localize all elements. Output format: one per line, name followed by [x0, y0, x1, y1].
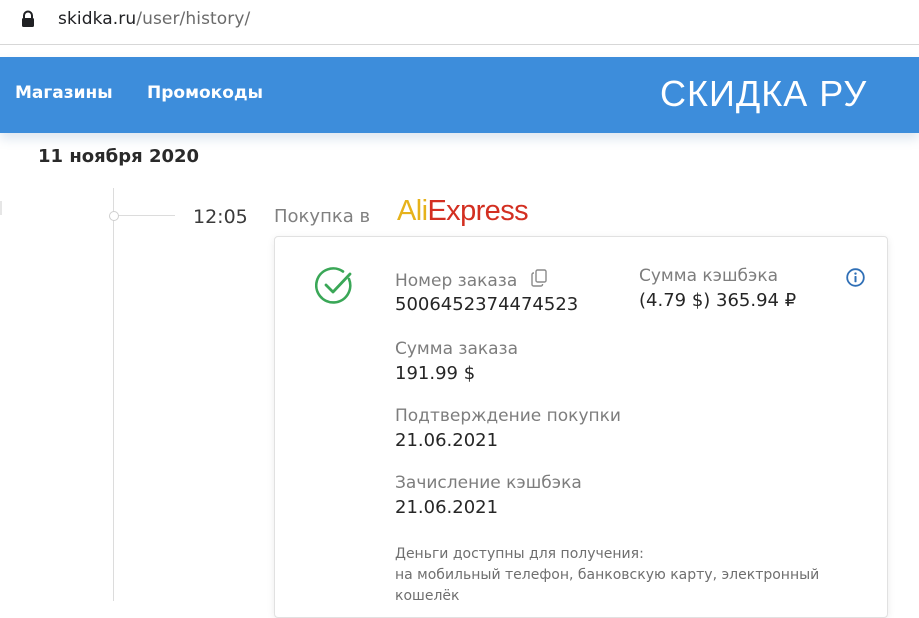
logo-part-express: Express: [427, 195, 528, 227]
logo-part-ali: Ali: [397, 195, 428, 227]
cashback-credit-label: Зачисление кэшбэка: [395, 473, 582, 493]
url-text[interactable]: skidka.ru/user/history/: [58, 9, 250, 29]
nav-link-promocodes[interactable]: Промокоды: [147, 83, 263, 103]
purchase-confirmation-label: Подтверждение покупки: [395, 406, 621, 426]
cashback-amount-value: (4.79 $) 365.94 ₽: [639, 290, 797, 311]
check-circle-icon: [315, 267, 352, 304]
browser-address-bar[interactable]: skidka.ru/user/history/: [0, 0, 919, 45]
info-icon[interactable]: [846, 268, 865, 287]
order-number-label: Номер заказа: [395, 271, 518, 291]
cashback-credit-date: 21.06.2021: [395, 497, 499, 518]
cashback-amount-label: Сумма кэшбэка: [639, 266, 779, 286]
order-number-value: 5006452374474523: [395, 294, 579, 315]
purchase-time: 12:05: [193, 206, 248, 228]
url-path: /user/history/: [136, 9, 251, 29]
url-domain: skidka.ru: [58, 9, 137, 29]
order-amount-label: Сумма заказа: [395, 339, 519, 359]
edge-divider: [0, 201, 2, 215]
timeline-dot: [109, 211, 119, 221]
payout-note-line: на мобильный телефон, банковскую карту, …: [395, 567, 820, 583]
copy-icon[interactable]: [531, 269, 547, 287]
site-header: Магазины Промокоды СКИДКА РУ: [0, 57, 919, 133]
purchase-label: Покупка в: [274, 206, 371, 227]
timeline-connector: [118, 215, 175, 216]
payout-note-line: Деньги доступны для получения:: [395, 546, 644, 562]
nav-link-shops[interactable]: Магазины: [15, 83, 113, 103]
history-date-heading: 11 ноября 2020: [38, 146, 200, 167]
aliexpress-logo[interactable]: AliExpress: [397, 195, 529, 227]
payout-note-line: кошелёк: [395, 588, 460, 604]
payout-note: Деньги доступны для получения: на мобиль…: [395, 544, 845, 607]
brand-logo[interactable]: СКИДКА РУ: [660, 73, 867, 115]
purchase-confirmation-date: 21.06.2021: [395, 430, 499, 451]
timeline-line: [113, 188, 114, 601]
lock-icon: [22, 10, 34, 27]
order-amount-value: 191.99 $: [395, 363, 476, 384]
